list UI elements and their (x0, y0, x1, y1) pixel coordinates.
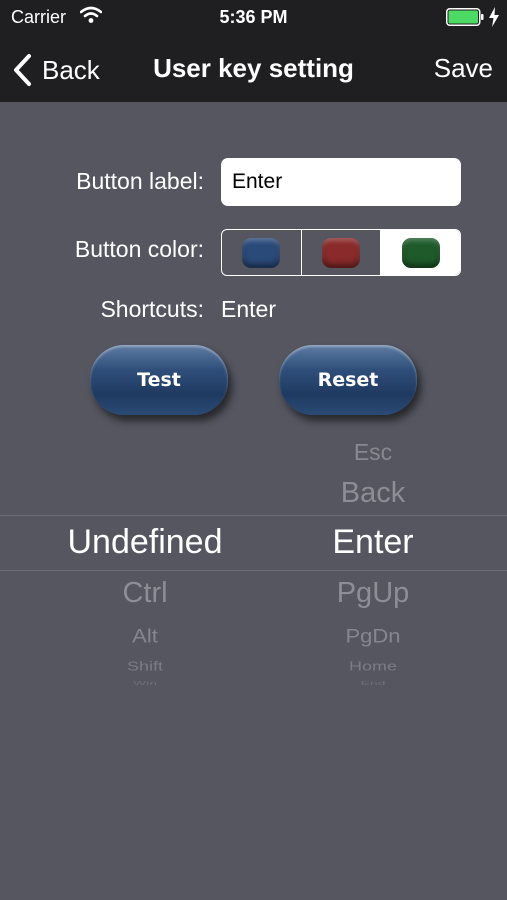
key-picker[interactable]: Undefined Ctrl Alt Shift Win Esc Back En… (0, 425, 507, 686)
reset-button[interactable]: Reset (279, 345, 417, 415)
key-option[interactable]: Home (253, 659, 493, 674)
button-color-caption: Button color: (74, 236, 204, 262)
key-option[interactable]: End (253, 680, 493, 686)
red-swatch (322, 237, 360, 268)
top-bar: Carrier 5:36 PM Back User key setting Sa… (0, 0, 507, 102)
test-button[interactable]: Test (90, 345, 228, 415)
status-time: 5:36 PM (219, 7, 288, 27)
navigation-bar: Back User key setting Save (0, 36, 507, 102)
battery-icon (446, 8, 484, 26)
button-color-segmented-control (221, 229, 461, 276)
key-option[interactable]: Back (253, 477, 493, 510)
color-option-green[interactable] (381, 230, 460, 275)
blue-swatch (242, 237, 281, 268)
color-option-blue[interactable] (222, 230, 302, 275)
status-bar: Carrier 5:36 PM (0, 0, 507, 36)
button-label-caption: Button label: (76, 168, 204, 194)
shortcuts-caption: Shortcuts: (100, 296, 204, 322)
color-option-red[interactable] (302, 230, 382, 275)
charging-bolt-icon (489, 7, 499, 27)
modifier-option-selected[interactable]: Undefined (25, 523, 265, 562)
shortcuts-value: Enter (221, 296, 276, 322)
key-option-selected[interactable]: Enter (253, 523, 493, 562)
green-swatch (401, 237, 440, 268)
key-option[interactable]: Esc (253, 439, 493, 466)
button-label-input[interactable] (221, 158, 461, 206)
key-option[interactable]: PgDn (253, 624, 493, 647)
modifier-option[interactable]: Shift (25, 659, 265, 674)
modifier-option[interactable]: Ctrl (25, 577, 265, 610)
save-button[interactable]: Save (434, 53, 493, 84)
modifier-option[interactable]: Alt (25, 624, 265, 647)
modifier-option[interactable]: Win (25, 680, 265, 686)
page-title: User key setting (153, 53, 354, 83)
key-option[interactable]: PgUp (253, 577, 493, 610)
